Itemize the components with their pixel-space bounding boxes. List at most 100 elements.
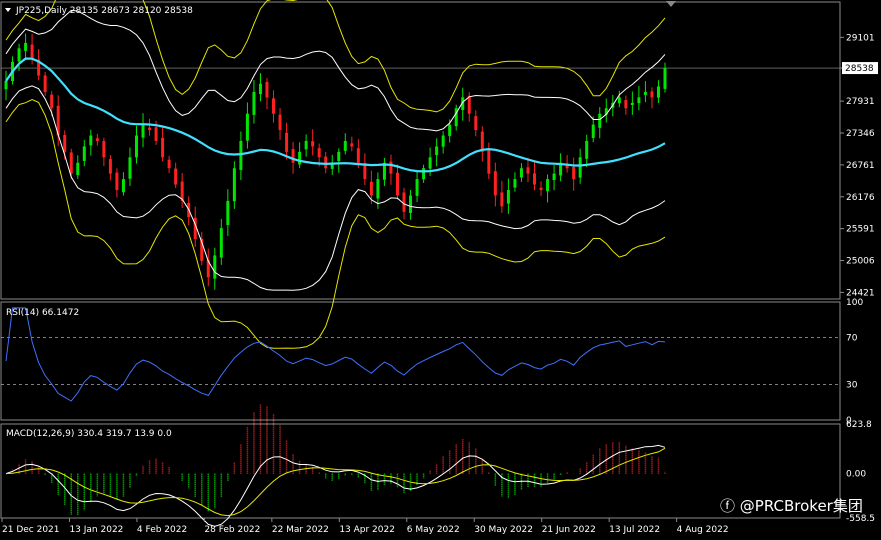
time-tick-label: 30 May 2022 <box>474 525 533 535</box>
candle-body <box>128 157 132 179</box>
candle-body <box>291 149 295 163</box>
candle-body <box>69 152 73 174</box>
candle-body <box>643 91 647 95</box>
candle-body <box>409 195 413 213</box>
candle-body <box>121 179 125 193</box>
candle-body <box>637 97 641 104</box>
time-tick-label: 13 Jul 2022 <box>609 525 660 535</box>
candle-body <box>304 140 308 150</box>
candle-body <box>500 192 504 207</box>
bollinger-lower-outer <box>5 98 666 349</box>
candle-body <box>598 113 602 128</box>
candle-body <box>63 134 67 152</box>
signal-line <box>5 447 666 517</box>
candle-body <box>278 114 282 131</box>
macd-tick-label: 623.8 <box>846 420 872 430</box>
candle-body <box>506 190 510 204</box>
rsi-pane[interactable] <box>1 307 840 402</box>
candle-body <box>272 98 276 114</box>
rsi-tick-label: 70 <box>846 333 858 343</box>
time-tick-label: 13 Jan 2022 <box>69 525 123 535</box>
candle-body <box>50 94 54 109</box>
dropdown-triangle-icon[interactable] <box>5 8 11 12</box>
candle-body <box>219 228 223 258</box>
watermark: ⓕ @PRCBroker集团 <box>720 497 863 515</box>
candle-body <box>539 187 543 191</box>
ohlc-values: 28135 28673 28120 28538 <box>70 6 193 16</box>
time-tick-label: 21 Dec 2021 <box>2 525 60 535</box>
price-tick-label: 27346 <box>846 129 875 139</box>
candle-body <box>24 42 28 51</box>
candle-body <box>617 97 621 104</box>
candle-body <box>343 140 347 151</box>
candle-body <box>448 124 452 136</box>
macd-tick-label: 0.00 <box>846 470 866 480</box>
candle-body <box>467 95 471 114</box>
candle-body <box>258 83 262 95</box>
time-tick-label: 4 Feb 2022 <box>137 525 187 535</box>
candle-body <box>134 135 138 158</box>
time-tick-label: 21 Jun 2022 <box>542 525 596 535</box>
candle-body <box>428 157 432 169</box>
candle-body <box>265 81 269 98</box>
candle-body <box>624 100 628 109</box>
macd-label: MACD(12,26,9) 330.4 319.7 13.9 0.0 <box>6 429 172 439</box>
rsi-line <box>5 307 666 402</box>
time-tick-label: 13 Apr 2022 <box>339 525 395 535</box>
current-price-value: 28538 <box>845 64 874 74</box>
candle-body <box>585 140 589 159</box>
price-pane-frame <box>0 1 841 300</box>
candle-body <box>650 91 654 98</box>
candle-body <box>108 159 112 174</box>
candle-body <box>389 161 393 174</box>
candle-body <box>350 143 354 147</box>
candle-body <box>356 148 360 163</box>
candle-body <box>167 159 171 169</box>
candle-body <box>298 151 302 165</box>
candle-body <box>154 127 158 141</box>
price-tick-label: 24421 <box>846 288 875 298</box>
chart-canvas[interactable]: 29101 27931 27346 26761 26176 25591 25006 24421… <box>0 0 881 540</box>
macd-pane[interactable] <box>5 404 666 527</box>
candle-body <box>533 173 537 185</box>
candle-body <box>435 146 439 156</box>
candle-body <box>402 192 406 212</box>
candle-body <box>552 173 556 181</box>
time-tick-label: 22 Mar 2022 <box>272 525 329 535</box>
rsi-tick-label: 30 <box>846 381 858 391</box>
macd-tick-label: -558.5 <box>846 514 875 524</box>
time-tick-label: 4 Aug 2022 <box>677 525 729 535</box>
candle-body <box>141 124 145 138</box>
candle-body <box>376 179 380 199</box>
candle-body <box>115 172 119 191</box>
bollinger-lower-inner <box>5 85 666 291</box>
candle-body <box>630 102 634 106</box>
candle-body <box>4 81 8 90</box>
axes: 29101 27931 27346 26761 26176 25591 25006 24421… <box>1 33 878 535</box>
candle-body <box>213 255 217 279</box>
time-tick-label: 6 May 2022 <box>407 525 460 535</box>
candle-body <box>161 137 165 158</box>
candle-body <box>493 171 497 196</box>
candle-body <box>43 75 47 92</box>
rsi-tick-label: 100 <box>846 298 863 308</box>
shift-marker-icon[interactable] <box>666 1 676 7</box>
candle-body <box>591 124 595 138</box>
candle-body <box>395 172 399 196</box>
candle-body <box>95 138 99 141</box>
price-tick-label: 29101 <box>846 33 875 43</box>
candle-body <box>148 127 152 131</box>
price-tick-label: 25591 <box>846 225 875 235</box>
candle-body <box>285 132 289 152</box>
candle-body <box>474 116 478 131</box>
candle-body <box>441 135 445 147</box>
price-tick-label: 26761 <box>846 161 875 171</box>
candle-body <box>89 135 93 146</box>
candle-body <box>245 113 249 141</box>
candle-body <box>369 181 373 196</box>
price-pane[interactable] <box>1 0 840 349</box>
time-tick-label: 28 Feb 2022 <box>204 525 260 535</box>
candle-body <box>239 140 243 170</box>
candle-body <box>526 167 530 174</box>
candle-body <box>578 157 582 178</box>
